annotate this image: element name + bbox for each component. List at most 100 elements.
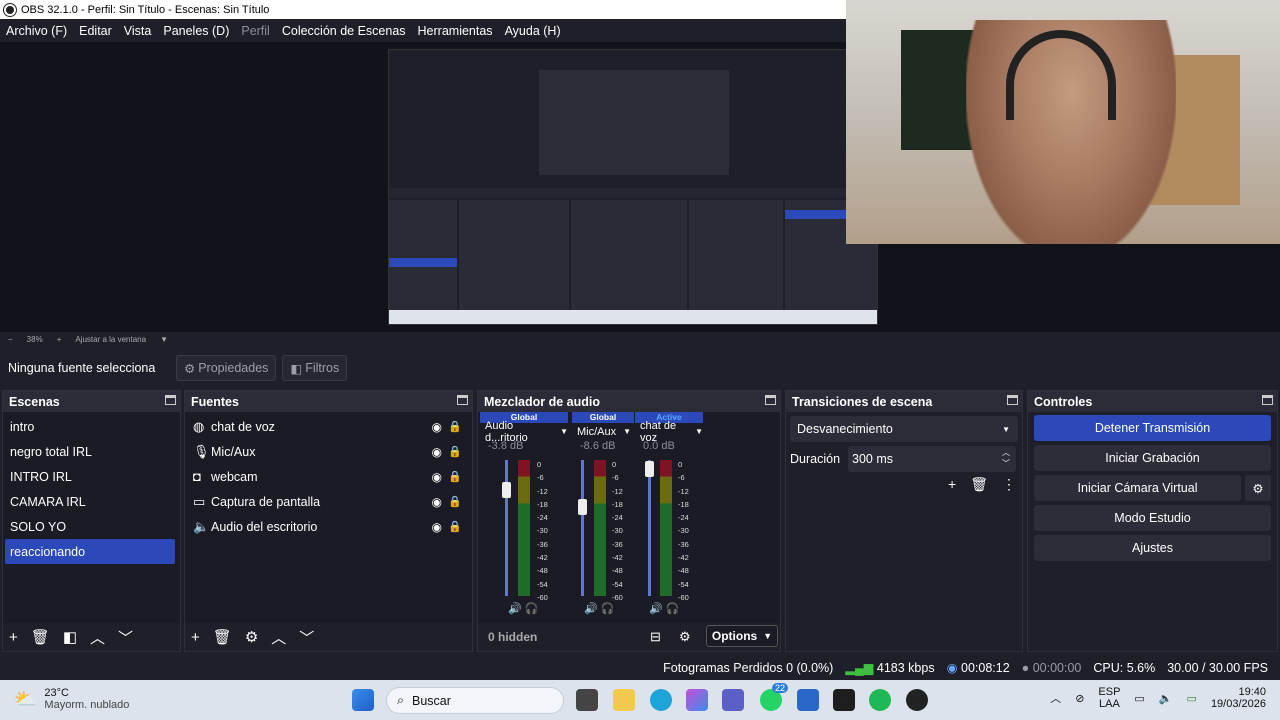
headphones-icon[interactable]: 🎧: [666, 603, 680, 615]
zoom-menu-icon[interactable]: ▼: [160, 335, 168, 344]
volume-fader-track[interactable]: [505, 460, 508, 596]
lock-icon[interactable]: 🔒: [448, 495, 462, 508]
scene-item-negro-total-irl[interactable]: negro total IRL: [3, 439, 180, 464]
transition-select[interactable]: Desvanecimiento ▼: [790, 416, 1018, 442]
chevron-up-icon[interactable]: ︿: [1050, 690, 1061, 706]
lock-icon[interactable]: 🔒: [448, 470, 462, 483]
battery-icon[interactable]: ▭: [1187, 692, 1197, 705]
layout-toggle-icon[interactable]: ⊟: [650, 629, 661, 645]
volume-fader-track[interactable]: [648, 460, 651, 596]
eye-icon[interactable]: ◉: [432, 445, 442, 459]
hidden-count[interactable]: 0 hidden: [488, 630, 537, 644]
taskbar-search[interactable]: ⌕ Buscar: [386, 687, 564, 714]
gear-icon[interactable]: ⚙: [245, 628, 258, 646]
speaker-icon[interactable]: 🔊: [649, 603, 663, 615]
more-options-icon[interactable]: ⋮: [1002, 476, 1016, 493]
source-item[interactable]: ◘ webcam ◉ 🔒: [185, 464, 472, 489]
spotify-icon[interactable]: [869, 689, 891, 711]
eye-icon[interactable]: ◉: [432, 420, 442, 434]
input-language[interactable]: ESP LAA: [1098, 686, 1120, 710]
source-item[interactable]: 🔈 Audio del escritorio ◉ 🔒: [185, 514, 472, 539]
filter-icon[interactable]: ◧: [63, 628, 77, 646]
start-virtual-camera-button[interactable]: Iniciar Cámara Virtual: [1034, 475, 1241, 501]
weather-widget[interactable]: ⛅ 23°C Mayorm. nublado: [14, 687, 129, 711]
windows-start-icon[interactable]: [352, 689, 374, 711]
eye-icon[interactable]: ◉: [432, 495, 442, 509]
scene-item-reaccionando[interactable]: reaccionando: [5, 539, 175, 564]
scene-item-camara-irl[interactable]: CAMARA IRL: [3, 489, 180, 514]
teams-icon[interactable]: [722, 689, 744, 711]
trash-icon[interactable]: 🗑: [970, 476, 988, 493]
zoom-in-button[interactable]: +: [57, 335, 62, 344]
trash-icon[interactable]: 🗑: [31, 628, 50, 646]
clock[interactable]: 19:40 19/03/2026: [1211, 686, 1266, 710]
menu-ayuda[interactable]: Ayuda (H): [499, 24, 567, 38]
settings-button[interactable]: Ajustes: [1034, 535, 1271, 561]
lock-icon[interactable]: 🔒: [448, 420, 462, 433]
float-dock-icon[interactable]: [765, 395, 776, 405]
eye-icon[interactable]: ◉: [432, 520, 442, 534]
chevron-up-icon[interactable]: ︿: [90, 627, 105, 648]
edge-icon[interactable]: [650, 689, 672, 711]
channel-name[interactable]: Mic/Aux ▼: [572, 423, 634, 440]
source-item[interactable]: ▭ Captura de pantalla ◉ 🔒: [185, 489, 472, 514]
copilot-icon[interactable]: [686, 689, 708, 711]
zoom-out-button[interactable]: −: [8, 335, 13, 344]
speaker-icon[interactable]: 🔊: [584, 603, 598, 615]
volume-fader-handle[interactable]: [645, 461, 654, 477]
menu-paneles[interactable]: Paneles (D): [157, 24, 235, 38]
menu-archivo[interactable]: Archivo (F): [0, 24, 73, 38]
menu-coleccion[interactable]: Colección de Escenas: [276, 24, 412, 38]
menu-editar[interactable]: Editar: [73, 24, 118, 38]
gear-icon[interactable]: ⚙: [1245, 475, 1271, 501]
eye-icon[interactable]: ◉: [432, 470, 442, 484]
properties-button[interactable]: ⚙ Propiedades: [176, 355, 277, 381]
stepper-icon[interactable]: ︿ ﹀: [1002, 447, 1010, 469]
menu-vista[interactable]: Vista: [118, 24, 158, 38]
add-icon[interactable]: +: [191, 629, 200, 646]
float-dock-icon[interactable]: [457, 395, 468, 405]
channel-name[interactable]: chat de voz ▼: [635, 420, 703, 444]
float-dock-icon[interactable]: [1262, 395, 1273, 405]
obs-taskbar-icon[interactable]: [906, 689, 928, 711]
dropbox-icon[interactable]: [833, 689, 855, 711]
chevron-down-icon[interactable]: ﹀: [118, 627, 133, 648]
float-dock-icon[interactable]: [1007, 395, 1018, 405]
volume-fader-handle[interactable]: [578, 499, 587, 515]
fit-to-window[interactable]: Ajustar a la ventana: [75, 335, 146, 344]
source-item[interactable]: ◍ chat de voz ◉ 🔒: [185, 414, 472, 439]
chevron-down-icon[interactable]: ﹀: [299, 627, 314, 648]
filters-button[interactable]: ◧ Filtros: [282, 355, 348, 381]
trash-icon[interactable]: 🗑: [213, 628, 232, 646]
speaker-icon[interactable]: 🔈: [1159, 692, 1173, 705]
file-explorer-icon[interactable]: [613, 689, 635, 711]
monitor-icon[interactable]: ▭: [1134, 692, 1144, 705]
volume-fader-track[interactable]: [581, 460, 584, 596]
start-recording-button[interactable]: Iniciar Grabación: [1034, 445, 1271, 471]
source-item[interactable]: 🎙 Mic/Aux ◉ 🔒: [185, 439, 472, 464]
network-status-icon[interactable]: ⊘: [1075, 692, 1084, 705]
headphones-icon[interactable]: 🎧: [601, 603, 615, 615]
add-icon[interactable]: +: [948, 476, 956, 493]
scene-item-intro[interactable]: intro: [3, 414, 180, 439]
menu-herramientas[interactable]: Herramientas: [412, 24, 499, 38]
studio-mode-button[interactable]: Modo Estudio: [1034, 505, 1271, 531]
float-dock-icon[interactable]: [165, 395, 176, 405]
volume-fader-handle[interactable]: [502, 482, 511, 498]
lock-icon[interactable]: 🔒: [448, 445, 462, 458]
stop-streaming-button[interactable]: Detener Transmisión: [1034, 415, 1271, 441]
add-icon[interactable]: +: [9, 629, 18, 646]
channel-name[interactable]: Audio d...ritorio ▼: [480, 420, 568, 444]
scene-item-solo-yo[interactable]: SOLO YO: [3, 514, 180, 539]
duration-spinbox[interactable]: 300 ms ︿ ﹀: [848, 446, 1016, 472]
task-view-icon[interactable]: [576, 689, 598, 711]
store-icon[interactable]: [797, 689, 819, 711]
gear-icon[interactable]: ⚙: [679, 629, 691, 645]
scene-item-intro-irl[interactable]: INTRO IRL: [3, 464, 180, 489]
whatsapp-icon[interactable]: 22: [760, 683, 788, 711]
chevron-up-icon[interactable]: ︿: [271, 627, 286, 648]
lock-icon[interactable]: 🔒: [448, 520, 462, 533]
options-button[interactable]: Options ▼: [706, 625, 778, 647]
headphones-icon[interactable]: 🎧: [525, 603, 539, 615]
speaker-icon[interactable]: 🔊: [508, 603, 522, 615]
